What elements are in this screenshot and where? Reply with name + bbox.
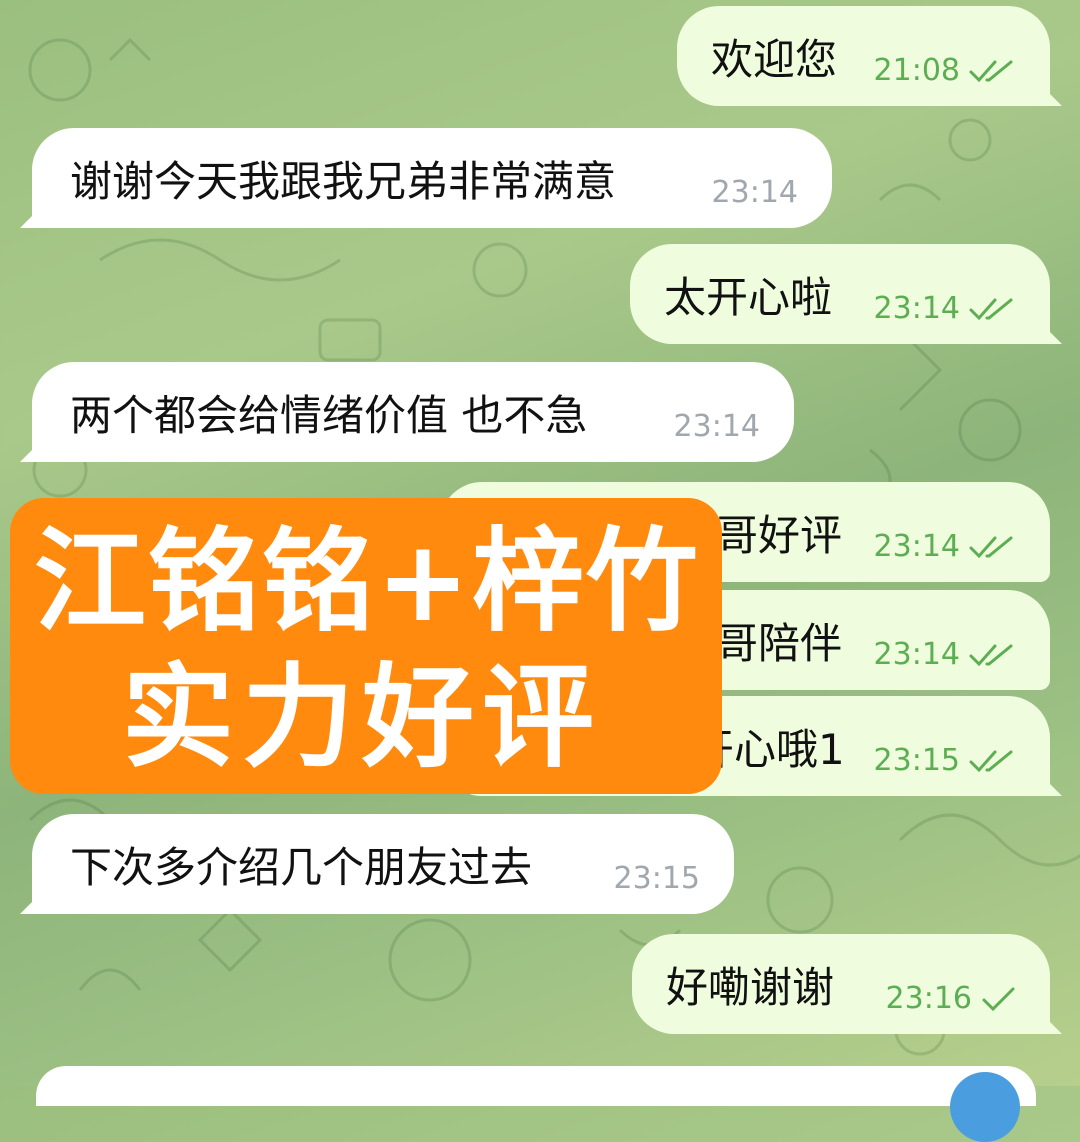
message-text: 好嘞谢谢 (666, 962, 835, 1012)
message-meta: 23:14 (874, 291, 1016, 326)
message-meta: 23:15 (874, 743, 1016, 778)
message-meta: 23:14 (874, 529, 1016, 564)
double-check-icon (968, 533, 1016, 561)
message-time: 23:14 (711, 175, 798, 210)
message-bubble-outgoing[interactable]: 太开心啦 23:14 (630, 244, 1062, 344)
message-time: 23:14 (873, 291, 960, 326)
message-meta: 23:14 (674, 409, 760, 444)
message-bubble-incoming[interactable]: 下次多介绍几个朋友过去 23:15 (20, 814, 734, 914)
message-text: 欢迎您 (711, 34, 838, 84)
message-bubble-incoming[interactable]: 两个都会给情绪价值 也不急 23:14 (20, 362, 794, 462)
message-input-bar[interactable] (36, 1066, 1036, 1106)
message-text: 谢谢今天我跟我兄弟非常满意 (70, 156, 617, 206)
message-time: 21:08 (873, 53, 960, 88)
message-meta: 21:08 (874, 53, 1016, 88)
message-time: 23:14 (873, 529, 960, 564)
message-bubble-outgoing[interactable]: 欢迎您 21:08 (677, 6, 1062, 106)
message-text: 两个都会给情绪价值 也不急 (70, 390, 588, 440)
message-time: 23:14 (873, 637, 960, 672)
single-check-icon (980, 985, 1016, 1013)
message-bubble-incoming[interactable]: 谢谢今天我跟我兄弟非常满意 23:14 (20, 128, 832, 228)
overlay-line-2: 实力好评 (122, 653, 602, 783)
message-meta: 23:16 (886, 981, 1016, 1016)
message-text: 太开心啦 (664, 272, 833, 322)
message-text: 下次多介绍几个朋友过去 (70, 842, 533, 892)
message-time: 23:15 (873, 743, 960, 778)
message-bubble-outgoing[interactable]: 好嘞谢谢 23:16 (632, 934, 1062, 1034)
double-check-icon (968, 57, 1016, 85)
send-button[interactable] (950, 1072, 1020, 1142)
message-meta: 23:14 (712, 175, 798, 210)
review-overlay-banner: 江铭铭+梓竹 实力好评 (10, 498, 722, 794)
message-meta: 23:15 (614, 861, 700, 896)
message-time: 23:15 (613, 861, 700, 896)
overlay-line-1: 江铭铭+梓竹 (34, 517, 700, 647)
message-time: 23:16 (885, 981, 972, 1016)
message-time: 23:14 (673, 409, 760, 444)
double-check-icon (968, 295, 1016, 323)
double-check-icon (968, 747, 1016, 775)
double-check-icon (968, 641, 1016, 669)
message-meta: 23:14 (874, 637, 1016, 672)
